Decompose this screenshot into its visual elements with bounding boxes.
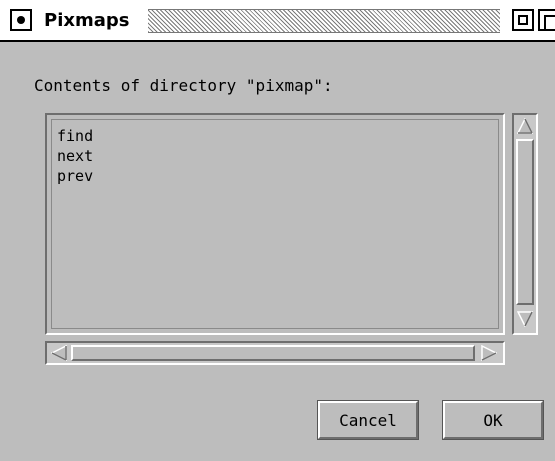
list-item[interactable]: next bbox=[57, 146, 93, 166]
zoom-box-icon[interactable] bbox=[512, 9, 534, 31]
file-list[interactable]: find next prev bbox=[45, 113, 505, 335]
window-title: Pixmaps bbox=[44, 10, 130, 31]
title-bar-drag-area[interactable] bbox=[148, 9, 500, 33]
vertical-scroll-thumb[interactable] bbox=[516, 139, 534, 305]
list-item[interactable]: prev bbox=[57, 166, 93, 186]
scroll-down-arrow-icon[interactable] bbox=[517, 311, 533, 327]
horizontal-scroll-thumb[interactable] bbox=[71, 345, 475, 361]
title-bar[interactable]: Pixmaps bbox=[0, 0, 555, 42]
scroll-up-arrow-icon[interactable] bbox=[517, 118, 533, 134]
directory-prompt: Contents of directory "pixmap": bbox=[34, 76, 333, 95]
cancel-button[interactable]: Cancel bbox=[317, 400, 419, 440]
scroll-right-arrow-icon[interactable] bbox=[481, 345, 497, 361]
grow-box-icon[interactable] bbox=[538, 9, 555, 31]
scroll-left-arrow-icon[interactable] bbox=[51, 345, 67, 361]
ok-button[interactable]: OK bbox=[442, 400, 544, 440]
horizontal-scrollbar[interactable] bbox=[45, 341, 505, 365]
list-item[interactable]: find bbox=[57, 126, 93, 146]
vertical-scrollbar[interactable] bbox=[512, 113, 538, 335]
close-box-icon[interactable] bbox=[10, 9, 32, 31]
